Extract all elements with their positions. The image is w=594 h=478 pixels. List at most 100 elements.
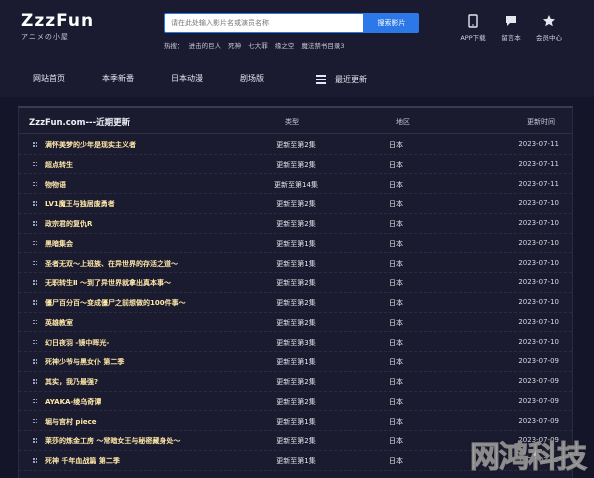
episode-status: 更新至第1集 [276, 457, 316, 465]
nav-item-recent-label: 最近更新 [335, 74, 367, 84]
anime-title-link[interactable]: 堀与宫村 piece [45, 417, 97, 427]
bullet-icon [33, 260, 37, 266]
bullet-icon [33, 458, 37, 463]
episode-status: 更新至第1集 [276, 417, 316, 426]
table-row[interactable]: 超点转生 更新至第2集 日本 2023-07-11 [19, 155, 572, 175]
search-input[interactable] [171, 19, 357, 27]
anime-title-link[interactable]: 圣者无双～上班族、在异世界的存活之道～ [45, 259, 178, 269]
table-row[interactable]: 圣者无双～上班族、在异世界的存活之道～ 更新至第1集 日本 2023-07-10 [19, 254, 572, 273]
bullet-icon [33, 398, 37, 404]
hot-search-link[interactable]: 进击的巨人 [189, 42, 222, 50]
main-nav: 网站首页 本季新番 日本动漫 剧场版 最近更新 [0, 60, 594, 97]
anime-title-link[interactable]: LV1魔王与独居废勇者 [45, 199, 115, 209]
episode-status: 更新至第1集 [276, 239, 316, 248]
search-field[interactable] [164, 13, 364, 33]
member-center-label: 会员中心 [536, 34, 562, 42]
table-row[interactable]: 黑暗集会 更新至第1集 日本 2023-07-10 [19, 234, 572, 254]
table-row[interactable]: 僵尸百分百～变成僵尸之前想做的100件事～ 更新至第2集 日本 2023-07-10 [19, 293, 572, 313]
anime-title-link[interactable]: 物物语 [45, 180, 66, 190]
table-row[interactable]: 英雄教室 更新至第2集 日本 2023-07-10 [19, 313, 572, 333]
region: 日本 [389, 378, 403, 386]
search-button[interactable]: 搜索影片 [364, 13, 419, 33]
region: 日本 [389, 160, 403, 169]
episode-status: 更新至第2集 [276, 318, 316, 327]
region: 日本 [389, 299, 403, 307]
bullet-icon [33, 339, 37, 345]
update-time: 2023-07-10 [518, 199, 559, 208]
member-center-button[interactable]: 会员中心 [534, 14, 564, 42]
update-time: 2023-07-09 [518, 377, 559, 385]
anime-title-link[interactable]: 其实，我乃最强? [45, 377, 98, 387]
episode-status: 更新至第1集 [276, 358, 316, 367]
anime-title-link[interactable]: 英雄教室 [45, 318, 73, 328]
episode-status: 更新至第2集 [276, 437, 316, 446]
region: 日本 [389, 259, 403, 268]
anime-title-link[interactable]: 满怀美梦的少年是现实主义者 [45, 140, 136, 150]
hot-search-link[interactable]: 死神 [228, 42, 241, 50]
table-row[interactable]: 政宗君的复仇R 更新至第2集 日本 2023-07-10 [19, 214, 572, 234]
anime-title-link[interactable]: 超点转生 [45, 160, 73, 170]
anime-title-link[interactable]: 僵尸百分百～变成僵尸之前想做的100件事～ [45, 298, 186, 308]
update-time: 2023-07-11 [518, 159, 559, 168]
hot-search-link[interactable]: 七大罪 [248, 42, 268, 50]
tablet-icon [466, 14, 480, 28]
nav-item-movie[interactable]: 剧场版 [240, 73, 264, 84]
region: 日本 [389, 358, 403, 367]
nav-item-season[interactable]: 本季新番 [102, 73, 134, 84]
update-time: 2023-07-10 [518, 337, 559, 346]
anime-title-link[interactable]: 黑暗集会 [45, 239, 73, 249]
episode-status: 更新至第2集 [276, 397, 316, 406]
table-row[interactable]: 物物语 更新至第14集 日本 2023-07-11 [19, 175, 572, 194]
hot-search-link[interactable]: 缘之空 [275, 42, 295, 50]
table-row[interactable]: 满怀美梦的少年是现实主义者 更新至第2集 日本 2023-07-11 [19, 135, 572, 155]
hot-search-link[interactable]: 魔法禁书目录3 [301, 42, 344, 50]
bullet-icon [33, 379, 37, 384]
update-time: 2023-07-10 [518, 258, 559, 267]
region: 日本 [389, 397, 403, 406]
anime-title-link[interactable]: AYAKA-绫乌奇谭 [45, 397, 101, 407]
table-row[interactable]: 幻日夜羽 -镜中晖光- 更新至第3集 日本 2023-07-10 [19, 333, 572, 352]
star-icon [542, 14, 556, 28]
region: 日本 [389, 457, 403, 465]
table-row[interactable]: AYAKA-绫乌奇谭 更新至第2集 日本 2023-07-09 [19, 392, 572, 412]
bullet-icon [33, 201, 37, 206]
anime-title-link[interactable]: 幻日夜羽 -镜中晖光- [45, 338, 109, 348]
logo-title: ZzzFun [21, 11, 95, 31]
update-time: 2023-07-10 [518, 219, 559, 227]
anime-title-link[interactable]: 死神 千年血战篇 第二季 [45, 456, 120, 466]
update-time: 2023-07-11 [518, 179, 559, 188]
table-row[interactable]: 无职转生Ⅱ ～到了异世界就拿出真本事～ 更新至第2集 日本 2023-07-10 [19, 273, 572, 293]
episode-status: 更新至第2集 [276, 200, 316, 209]
app-download-label: APP下载 [460, 34, 486, 42]
guestbook-button[interactable]: 留言本 [496, 14, 526, 42]
nav-item-japan-anime[interactable]: 日本动漫 [171, 73, 203, 84]
table-row[interactable]: 堀与宫村 piece 更新至第1集 日本 2023-07-09 [19, 412, 572, 431]
bullet-icon [33, 438, 37, 443]
table-row[interactable]: 死神少爷与黑女仆 第二季 更新至第1集 日本 2023-07-09 [19, 352, 572, 372]
region: 日本 [389, 417, 403, 426]
bullet-icon [33, 418, 37, 424]
column-header-type: 类型 [285, 118, 299, 126]
logo-subtitle: アニメの小屋 [21, 33, 69, 41]
update-time: 2023-07-09 [518, 416, 559, 425]
watermark: 网鸿科技 [470, 440, 588, 476]
app-download-button[interactable]: APP下载 [458, 14, 488, 42]
message-icon [504, 14, 518, 28]
anime-title-link[interactable]: 莱莎的炼金工房 ～常暗女王与秘密藏身处～ [45, 436, 180, 446]
anime-title-link[interactable]: 死神少爷与黑女仆 第二季 [45, 357, 124, 367]
table-row[interactable]: LV1魔王与独居废勇者 更新至第2集 日本 2023-07-10 [19, 194, 572, 214]
episode-status: 更新至第3集 [276, 338, 316, 347]
anime-title-link[interactable]: 无职转生Ⅱ ～到了异世界就拿出真本事～ [45, 278, 171, 288]
region: 日本 [389, 220, 403, 228]
nav-item-home[interactable]: 网站首页 [33, 73, 65, 84]
column-header-region: 地区 [396, 118, 410, 126]
nav-item-recent[interactable]: 最近更新 [316, 73, 367, 86]
episode-status: 更新至第2集 [276, 299, 316, 307]
region: 日本 [389, 338, 403, 347]
update-time: 2023-07-09 [518, 396, 559, 405]
region: 日本 [389, 200, 403, 209]
table-row[interactable]: 其实，我乃最强? 更新至第2集 日本 2023-07-09 [19, 372, 572, 392]
anime-title-link[interactable]: 政宗君的复仇R [45, 219, 92, 229]
site-logo[interactable]: ZzzFun アニメの小屋 [21, 12, 94, 42]
update-time: 2023-07-10 [518, 317, 559, 326]
